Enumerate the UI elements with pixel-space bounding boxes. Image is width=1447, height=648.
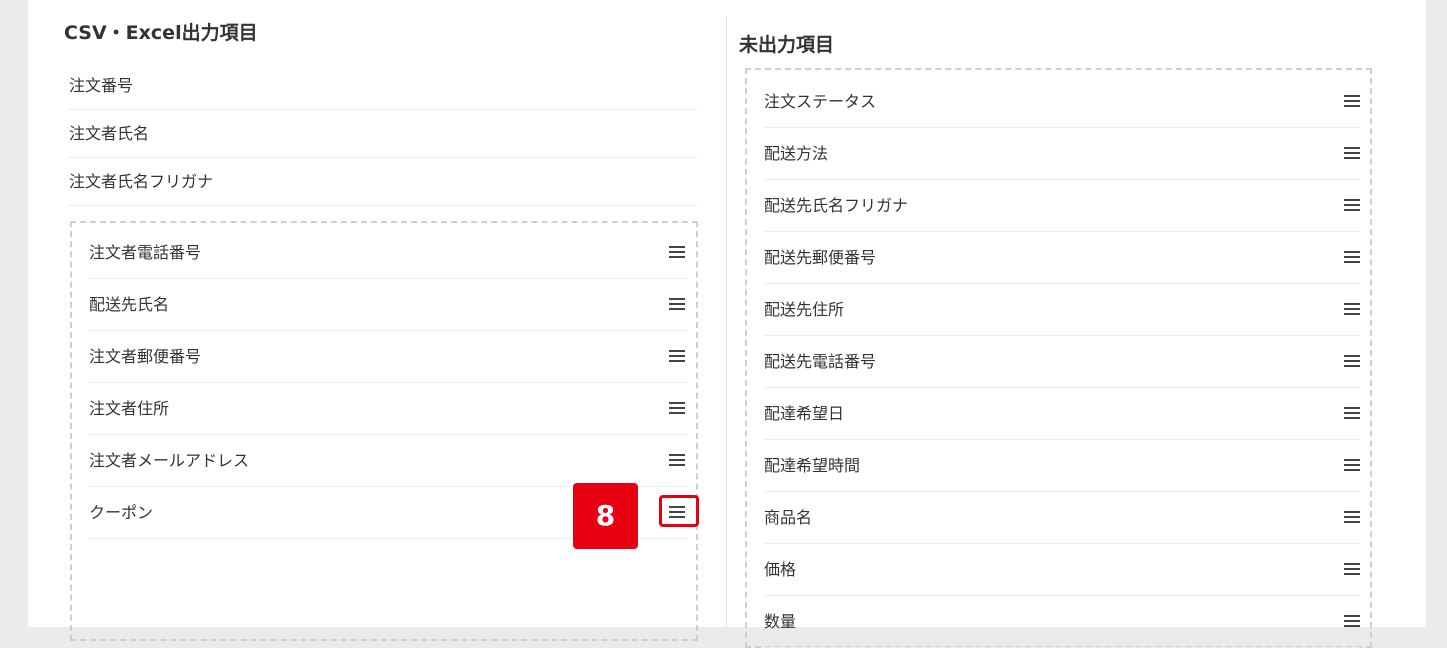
sortable-item[interactable]: 配送先郵便番号	[764, 232, 1360, 284]
unused-items-dropzone[interactable]: 注文ステータス 配送方法 配送先氏名フリガナ 配送先郵便番号 配送先住所 配送先…	[745, 68, 1372, 648]
sortable-item[interactable]: 注文者郵便番号	[89, 331, 688, 383]
fixed-item: 注文者氏名フリガナ	[69, 158, 698, 206]
sortable-item[interactable]: 注文ステータス	[764, 76, 1360, 128]
item-label: クーポン	[89, 503, 154, 522]
sortable-item[interactable]: 注文者メールアドレス	[89, 435, 688, 487]
hamburger-icon[interactable]	[1344, 197, 1362, 213]
hamburger-icon[interactable]	[1344, 249, 1362, 265]
hamburger-icon[interactable]	[669, 348, 687, 364]
item-label: 配送先氏名フリガナ	[764, 196, 909, 215]
item-label: 価格	[764, 560, 797, 579]
item-label: 数量	[764, 612, 797, 631]
sortable-item[interactable]: 価格	[764, 544, 1360, 596]
item-label: 配送先住所	[764, 300, 845, 319]
fixed-item: 注文者氏名	[69, 110, 698, 158]
hamburger-icon[interactable]	[1344, 405, 1362, 421]
export-settings-panel: CSV・Excel出力項目 注文番号 注文者氏名 注文者氏名フリガナ 注文者電話…	[28, 0, 1426, 648]
sortable-item[interactable]: 配送先氏名	[89, 279, 688, 331]
hamburger-icon[interactable]	[669, 452, 687, 468]
item-label: 配送先氏名	[89, 295, 170, 314]
sortable-item[interactable]: 商品名	[764, 492, 1360, 544]
sortable-item[interactable]: 数量	[764, 596, 1360, 648]
sortable-item[interactable]: 配送先住所	[764, 284, 1360, 336]
output-items-heading: CSV・Excel出力項目	[64, 22, 258, 44]
hamburger-icon[interactable]	[669, 400, 687, 416]
item-label: 注文ステータス	[764, 92, 877, 111]
item-label: 商品名	[764, 508, 813, 527]
hamburger-icon[interactable]	[669, 244, 687, 260]
hamburger-icon[interactable]	[659, 495, 699, 527]
hamburger-icon[interactable]	[1344, 457, 1362, 473]
item-label: 配達希望日	[764, 404, 845, 423]
item-label: 配送先郵便番号	[764, 248, 877, 267]
step-number-badge: 8	[573, 483, 638, 549]
column-divider	[726, 16, 727, 627]
item-label: 注文者メールアドレス	[89, 451, 250, 470]
hamburger-icon[interactable]	[669, 296, 687, 312]
sortable-item[interactable]: 配達希望日	[764, 388, 1360, 440]
item-label: 配送先電話番号	[764, 352, 877, 371]
unused-items-heading: 未出力項目	[739, 34, 835, 56]
item-label: 注文者電話番号	[89, 243, 202, 262]
hamburger-icon[interactable]	[1344, 561, 1362, 577]
fixed-item: 注文番号	[69, 62, 698, 110]
sortable-item[interactable]: 配送先氏名フリガナ	[764, 180, 1360, 232]
fixed-output-list: 注文番号 注文者氏名 注文者氏名フリガナ	[69, 62, 698, 206]
hamburger-icon[interactable]	[1344, 93, 1362, 109]
item-label: 配達希望時間	[764, 456, 861, 475]
hamburger-icon[interactable]	[1344, 509, 1362, 525]
sortable-item[interactable]: 注文者電話番号	[89, 227, 688, 279]
item-label: 注文者住所	[89, 399, 170, 418]
hamburger-icon[interactable]	[1344, 145, 1362, 161]
item-label: 注文者郵便番号	[89, 347, 202, 366]
sortable-item[interactable]: 注文者住所	[89, 383, 688, 435]
hamburger-icon[interactable]	[1344, 301, 1362, 317]
item-label: 配送方法	[764, 144, 829, 163]
sortable-item[interactable]: 配送先電話番号	[764, 336, 1360, 388]
sortable-item[interactable]: 配達希望時間	[764, 440, 1360, 492]
output-items-dropzone[interactable]: 注文者電話番号 配送先氏名 注文者郵便番号 注文者住所 注文者メールアドレス ク…	[70, 221, 699, 641]
hamburger-icon[interactable]	[1344, 353, 1362, 369]
sortable-item[interactable]: 配送方法	[764, 128, 1360, 180]
